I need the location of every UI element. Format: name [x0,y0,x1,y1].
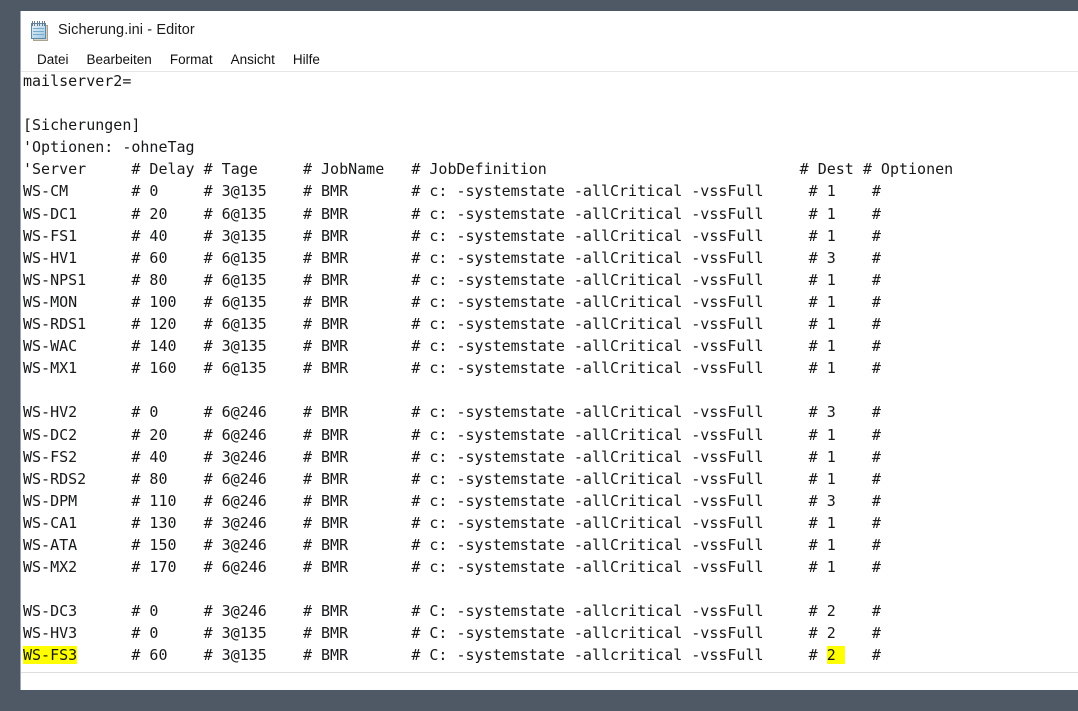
text-line: WS-NPS1 # 80 # 6@135 # BMR # c: -systems… [23,270,881,289]
text-editing-area[interactable]: mailserver2= [Sicherungen] 'Optionen: -oh… [21,72,1078,673]
text-line: WS-DPM # 110 # 6@246 # BMR # c: -systems… [23,491,881,510]
text-line [23,92,1078,114]
desktop-background-top [0,0,1078,11]
text-line: WS-CA1 # 130 # 3@246 # BMR # c: -systems… [23,513,881,532]
text-line: WS-WAC # 140 # 3@135 # BMR # c: -systems… [23,337,881,356]
text-line: WS-FS3 # 60 # 3@135 # BMR # C: -systemst… [23,646,881,665]
text-line: WS-RDS2 # 80 # 6@246 # BMR # c: -systems… [23,469,881,488]
text-line: mailserver2= [23,72,132,90]
window-title: Sicherung.ini - Editor [58,21,195,38]
text-line: WS-DC1 # 20 # 6@135 # BMR # c: -systemst… [23,204,881,223]
text-line: WS-FS2 # 40 # 3@246 # BMR # c: -systemst… [23,447,881,466]
menubar: Datei Bearbeiten Format Ansicht Hilfe [21,48,1078,72]
text-line: WS-ATA # 150 # 3@246 # BMR # c: -systems… [23,535,881,554]
text-line: [Sicherungen] [23,116,141,135]
text-line: WS-HV2 # 0 # 6@246 # BMR # c: -systemsta… [23,403,881,422]
window-bottom-divider [21,672,1078,673]
highlight-server: WS-FS3 [23,646,78,665]
notepad-window: Sicherung.ini - Editor Datei Bearbeiten … [20,11,1078,690]
text-line: WS-MON # 100 # 6@135 # BMR # c: -systems… [23,292,881,311]
highlight-dest: 2 [826,646,845,665]
text-line: WS-CM # 0 # 3@135 # BMR # c: -systemstat… [23,182,881,201]
document-text[interactable]: mailserver2= [Sicherungen] 'Optionen: -oh… [23,72,1078,667]
text-line: 'Server # Delay # Tage # JobName # JobDe… [23,160,954,179]
menu-item-bearbeiten[interactable]: Bearbeiten [78,51,161,69]
menu-item-ansicht[interactable]: Ansicht [222,51,284,69]
menu-item-format[interactable]: Format [161,51,222,69]
text-line [23,379,1078,401]
screen: Sicherung.ini - Editor Datei Bearbeiten … [0,0,1078,711]
menu-item-hilfe[interactable]: Hilfe [284,51,329,69]
desktop-background-left [0,0,20,711]
text-line [23,578,1078,600]
text-line: WS-HV1 # 60 # 6@135 # BMR # c: -systemst… [23,248,881,267]
text-line: WS-RDS1 # 120 # 6@135 # BMR # c: -system… [23,315,881,334]
text-line: WS-DC2 # 20 # 6@246 # BMR # c: -systemst… [23,425,881,444]
text-line: WS-HV3 # 0 # 3@135 # BMR # C: -systemsta… [23,624,881,643]
desktop-background-bottom [0,690,1078,711]
menu-item-datei[interactable]: Datei [28,51,78,69]
window-titlebar[interactable]: Sicherung.ini - Editor [21,11,1078,48]
text-line: WS-MX1 # 160 # 6@135 # BMR # c: -systems… [23,359,881,378]
text-line: 'Optionen: -ohneTag [23,138,195,157]
notepad-icon [30,20,49,41]
text-line: WS-DC3 # 0 # 3@246 # BMR # C: -systemsta… [23,602,881,621]
text-line: WS-FS1 # 40 # 3@135 # BMR # c: -systemst… [23,226,881,245]
text-line: WS-MX2 # 170 # 6@246 # BMR # c: -systems… [23,558,881,577]
